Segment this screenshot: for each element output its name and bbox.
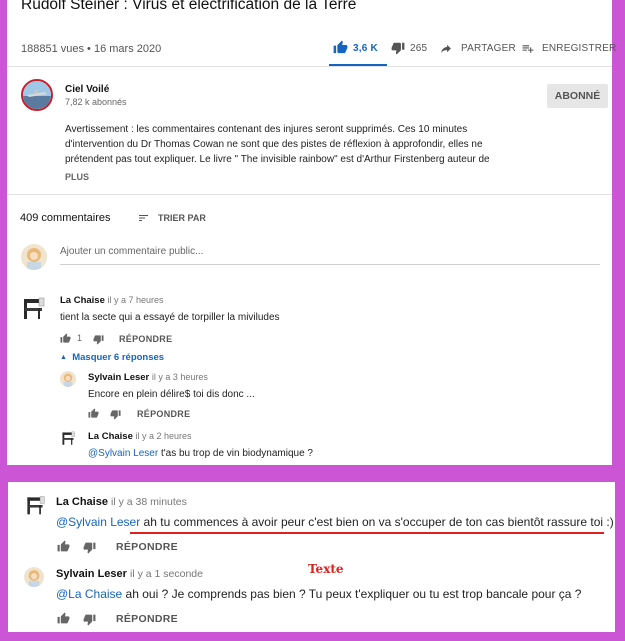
reply-button[interactable]: RÉPONDRE	[137, 409, 190, 419]
share-icon	[441, 44, 451, 53]
chair-avatar-icon	[24, 297, 45, 319]
user-avatar	[24, 567, 44, 587]
dislike-count: 265	[410, 43, 428, 54]
sort-icon	[139, 215, 148, 221]
subscribe-button[interactable]: ABONNÉ	[547, 84, 608, 108]
chair-avatar-icon	[62, 431, 75, 445]
reply-author-name[interactable]: La Chaise	[56, 496, 108, 508]
description-line-2: d'intervention du Dr Thomas Cowan ne son…	[65, 139, 483, 150]
show-more-button[interactable]: PLUS	[65, 172, 89, 182]
thumbs-up-icon[interactable]	[88, 408, 99, 419]
reply-author-name[interactable]: La Chaise	[88, 431, 133, 442]
description-line-1: Avertissement : les commentaires contena…	[65, 124, 468, 135]
thumbs-down-icon	[391, 42, 405, 55]
user-avatar-icon	[63, 373, 73, 387]
reply-author-name[interactable]: Sylvain Leser	[88, 372, 149, 383]
comments-count: 409 commentaires	[20, 212, 111, 224]
thumbs-down-icon[interactable]	[93, 334, 104, 345]
user-avatar	[60, 371, 76, 387]
reply-author[interactable]: La Chaise il y a 2 heures	[88, 431, 192, 442]
reply-text: @La Chaise ah oui ? Je comprends pas bie…	[56, 587, 581, 601]
video-info-panel: Rudolf Steiner : Virus et électrificatio…	[7, 0, 616, 465]
reply-button[interactable]: RÉPONDRE	[119, 334, 172, 344]
divider	[7, 66, 612, 67]
channel-name[interactable]: Ciel Voilé	[65, 84, 109, 95]
thumbs-up-icon[interactable]	[57, 612, 70, 625]
mention-link[interactable]: @Sylvain Leser	[56, 515, 140, 529]
chair-avatar	[20, 295, 46, 321]
comment-text: tient la secte qui a essayé de torpiller…	[60, 312, 280, 323]
thumbs-down-icon[interactable]	[83, 541, 96, 554]
share-label: PARTAGER	[461, 43, 516, 54]
channel-avatar[interactable]	[21, 79, 53, 111]
reply-text: Encore en plein délire$ toi dis donc ...	[88, 389, 255, 400]
reply-body: t'as bu trop de vin biodynamique ?	[158, 448, 313, 459]
reply-text: @Sylvain Leser ah tu commences à avoir p…	[56, 515, 614, 529]
reply-time[interactable]: il y a 38 minutes	[111, 496, 187, 508]
reply-author[interactable]: Sylvain Leser il y a 3 heures	[88, 372, 208, 383]
reply-button[interactable]: RÉPONDRE	[116, 541, 178, 553]
thumbs-down-icon[interactable]	[110, 409, 121, 420]
save-label: ENREGISTRER	[542, 43, 617, 54]
reply-author[interactable]: La Chaise il y a 38 minutes	[56, 496, 187, 508]
like-count: 3,6 K	[353, 43, 378, 54]
reply-text: @Sylvain Leser t'as bu trop de vin biody…	[88, 448, 313, 459]
video-title: Rudolf Steiner : Virus et électrificatio…	[21, 0, 357, 13]
hide-replies-button[interactable]: ▲ Masquer 6 réponses	[60, 352, 164, 363]
user-avatar-icon	[27, 248, 41, 270]
reply-time[interactable]: il y a 1 seconde	[130, 568, 203, 580]
reply-body: ah oui ? Je comprends pas bien ? Tu peux…	[122, 587, 582, 601]
thumbs-down-icon[interactable]	[83, 613, 96, 626]
chair-avatar	[60, 430, 76, 446]
mention-link[interactable]: @Sylvain Leser	[88, 448, 158, 459]
underline-annotation	[130, 532, 604, 534]
reply-button[interactable]: RÉPONDRE	[116, 613, 178, 625]
divider	[7, 194, 612, 195]
thumbs-up-icon[interactable]	[57, 540, 70, 553]
chair-avatar-icon	[27, 496, 45, 515]
comment-time[interactable]: il y a 7 heures	[108, 295, 164, 305]
add-comment-input[interactable]: Ajouter un commentaire public...	[60, 246, 203, 257]
channel-logo-icon	[23, 81, 51, 109]
comment-author-name[interactable]: La Chaise	[60, 295, 105, 306]
playlist-add-icon	[522, 45, 534, 53]
thumbs-up-icon	[333, 40, 348, 54]
replies-continued-panel: La Chaise il y a 38 minutes @Sylvain Les…	[8, 482, 615, 632]
reply-time[interactable]: il y a 3 heures	[152, 372, 208, 382]
add-comment-underline	[60, 264, 600, 265]
user-avatar-icon	[28, 570, 40, 587]
comment-author[interactable]: La Chaise il y a 7 heures	[60, 295, 164, 306]
thumbs-up-icon[interactable]	[60, 333, 71, 344]
video-meta: 188851 vues • 16 mars 2020	[21, 43, 162, 55]
channel-subscribers: 7,82 k abonnés	[65, 97, 127, 107]
comment-like-count: 1	[77, 333, 83, 343]
reply-author-name[interactable]: Sylvain Leser	[56, 568, 127, 580]
reply-author[interactable]: Sylvain Leser il y a 1 seconde	[56, 568, 203, 580]
chevron-up-icon: ▲	[60, 354, 67, 361]
sort-label: TRIER PAR	[158, 213, 206, 223]
reply-body: ah tu commences à avoir peur c'est bien …	[140, 515, 614, 529]
mention-link[interactable]: @La Chaise	[56, 587, 122, 601]
description-line-3: prétendent pas tout expliquer. Le livre …	[65, 154, 490, 165]
hide-replies-label: Masquer 6 réponses	[72, 352, 165, 363]
chair-avatar	[24, 494, 46, 516]
user-avatar	[21, 244, 47, 270]
reply-time[interactable]: il y a 2 heures	[136, 431, 192, 441]
texte-annotation: Texte	[308, 562, 344, 576]
